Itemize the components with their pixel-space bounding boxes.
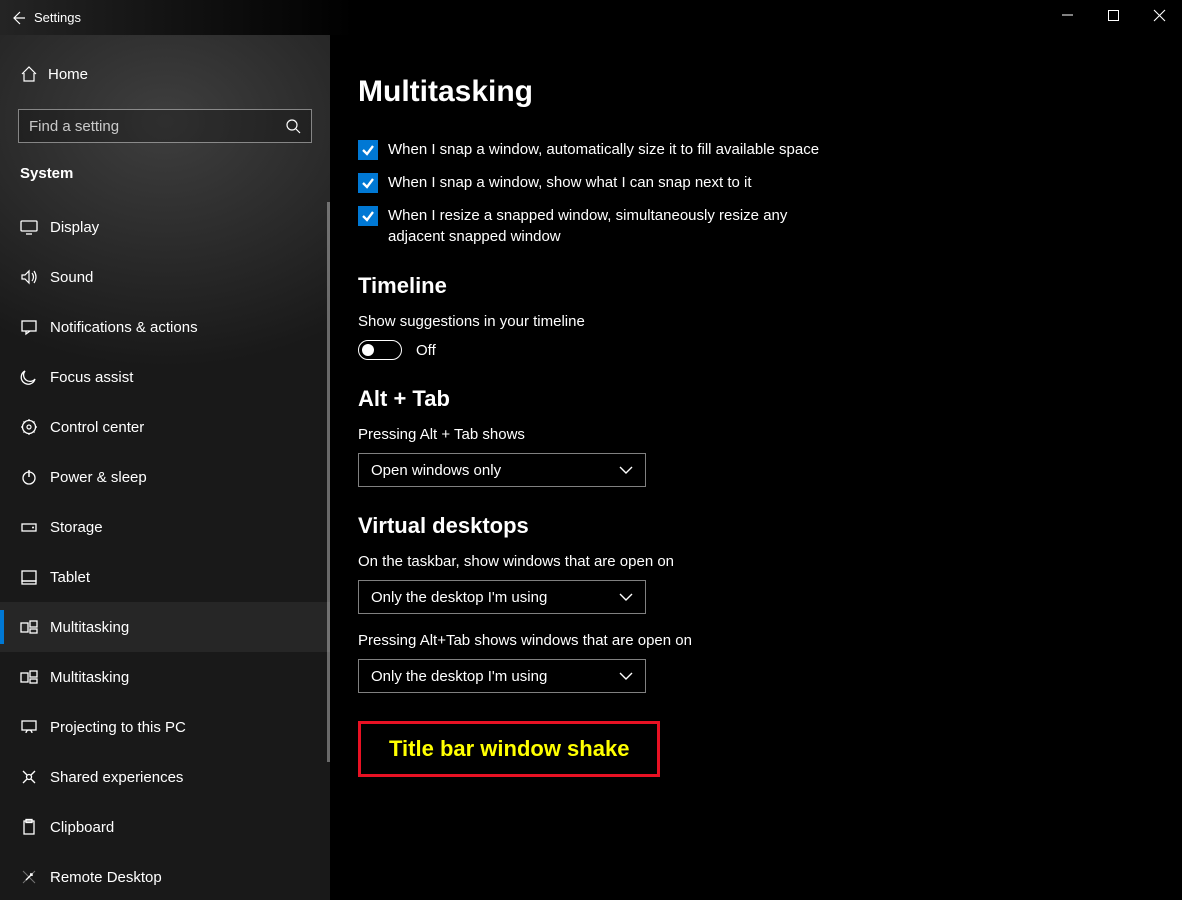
- sidebar-item-label: Remote Desktop: [50, 869, 162, 886]
- sidebar-item-label: Control center: [50, 419, 144, 436]
- sidebar-item-remote-desktop[interactable]: Remote Desktop: [0, 852, 330, 900]
- sidebar-item-label: Clipboard: [50, 819, 114, 836]
- timeline-toggle-value: Off: [416, 342, 436, 359]
- virtual-taskbar-dropdown[interactable]: Only the desktop I'm using: [358, 580, 646, 614]
- highlighted-section: Title bar window shake: [358, 721, 660, 777]
- alttab-heading: Alt + Tab: [358, 386, 1142, 412]
- checkbox-snap-resize[interactable]: [358, 206, 378, 226]
- back-arrow-icon: [10, 10, 26, 26]
- sidebar-item-clipboard[interactable]: Clipboard: [0, 802, 330, 852]
- notifications-icon: [20, 318, 50, 336]
- home-button[interactable]: Home: [0, 53, 330, 95]
- content-area: Multitasking When I snap a window, autom…: [330, 35, 1182, 900]
- virtual-opt2-label: Pressing Alt+Tab shows windows that are …: [358, 632, 1142, 649]
- chevron-down-icon: [619, 466, 633, 474]
- home-label: Home: [48, 66, 88, 83]
- snap-fill-check-row: When I snap a window, automatically size…: [358, 139, 838, 160]
- shared-icon: [20, 768, 50, 786]
- nav-list: Display Sound Notifications & actions Focus…: [0, 202, 330, 900]
- sidebar-item-shared-experiences[interactable]: Shared experiences: [0, 752, 330, 802]
- sidebar-item-label: Shared experiences: [50, 769, 183, 786]
- page-title: Multitasking: [358, 75, 1142, 109]
- chevron-down-icon: [619, 672, 633, 680]
- timeline-toggle[interactable]: [358, 340, 402, 360]
- sidebar-item-label: Multitasking: [50, 669, 129, 686]
- tablet-icon: [20, 568, 50, 586]
- sidebar-item-power-sleep[interactable]: Power & sleep: [0, 452, 330, 502]
- virtual-heading: Virtual desktops: [358, 513, 1142, 539]
- storage-icon: [20, 518, 50, 536]
- snap-next-check-row: When I snap a window, show what I can sn…: [358, 172, 838, 193]
- checkbox-snap-fill[interactable]: [358, 140, 378, 160]
- sidebar-item-label: Projecting to this PC: [50, 719, 186, 736]
- projecting-icon: [20, 718, 50, 736]
- virtual-opt1-value: Only the desktop I'm using: [371, 589, 547, 606]
- sound-icon: [20, 268, 50, 286]
- sidebar-item-notifications-actions[interactable]: Notifications & actions: [0, 302, 330, 352]
- multitasking-icon: [20, 668, 50, 686]
- sidebar-item-label: Storage: [50, 519, 103, 536]
- search-input[interactable]: [29, 118, 286, 135]
- section-label: System: [0, 165, 330, 182]
- snap-resize-check-row: When I resize a snapped window, simultan…: [358, 205, 838, 247]
- clipboard-icon: [20, 818, 50, 836]
- sidebar: Home System Display Sound Notifications & …: [0, 35, 330, 900]
- titlebar: Settings: [0, 0, 1182, 35]
- maximize-button[interactable]: [1090, 0, 1136, 30]
- sidebar-item-control-center[interactable]: Control center: [0, 402, 330, 452]
- power-icon: [20, 468, 50, 486]
- alttab-label: Pressing Alt + Tab shows: [358, 426, 1142, 443]
- minimize-icon: [1062, 10, 1073, 21]
- sidebar-item-label: Notifications & actions: [50, 319, 198, 336]
- sidebar-item-multitasking[interactable]: Multitasking: [0, 602, 330, 652]
- snap-resize-label: When I resize a snapped window, simultan…: [388, 205, 838, 247]
- sidebar-item-storage[interactable]: Storage: [0, 502, 330, 552]
- virtual-opt2-value: Only the desktop I'm using: [371, 668, 547, 685]
- back-button[interactable]: [0, 0, 36, 35]
- sidebar-item-display[interactable]: Display: [0, 202, 330, 252]
- sidebar-item-multitasking[interactable]: Multitasking: [0, 652, 330, 702]
- sidebar-item-focus-assist[interactable]: Focus assist: [0, 352, 330, 402]
- close-icon: [1154, 10, 1165, 21]
- controlcenter-icon: [20, 418, 50, 436]
- timeline-label: Show suggestions in your timeline: [358, 313, 1142, 330]
- close-button[interactable]: [1136, 0, 1182, 30]
- alttab-value: Open windows only: [371, 462, 501, 479]
- sidebar-item-label: Power & sleep: [50, 469, 147, 486]
- title-bar-shake-heading: Title bar window shake: [389, 736, 629, 762]
- sidebar-item-label: Multitasking: [50, 619, 129, 636]
- sidebar-item-tablet[interactable]: Tablet: [0, 552, 330, 602]
- sidebar-item-label: Sound: [50, 269, 93, 286]
- remote-icon: [20, 868, 50, 886]
- sidebar-item-label: Tablet: [50, 569, 90, 586]
- chevron-down-icon: [619, 593, 633, 601]
- maximize-icon: [1108, 10, 1119, 21]
- alttab-dropdown[interactable]: Open windows only: [358, 453, 646, 487]
- app-title: Settings: [34, 10, 81, 25]
- home-icon: [20, 65, 48, 83]
- checkbox-snap-next[interactable]: [358, 173, 378, 193]
- sidebar-item-projecting-to-this-pc[interactable]: Projecting to this PC: [0, 702, 330, 752]
- snap-fill-label: When I snap a window, automatically size…: [388, 139, 819, 160]
- virtual-alttab-dropdown[interactable]: Only the desktop I'm using: [358, 659, 646, 693]
- virtual-opt1-label: On the taskbar, show windows that are op…: [358, 553, 1142, 570]
- timeline-heading: Timeline: [358, 273, 1142, 299]
- focus-icon: [20, 368, 50, 386]
- minimize-button[interactable]: [1044, 0, 1090, 30]
- sidebar-item-sound[interactable]: Sound: [0, 252, 330, 302]
- search-box[interactable]: [18, 109, 312, 143]
- search-icon: [286, 119, 301, 134]
- multitasking-icon: [20, 618, 50, 636]
- sidebar-item-label: Display: [50, 219, 99, 236]
- snap-next-label: When I snap a window, show what I can sn…: [388, 172, 752, 193]
- sidebar-item-label: Focus assist: [50, 369, 133, 386]
- display-icon: [20, 218, 50, 236]
